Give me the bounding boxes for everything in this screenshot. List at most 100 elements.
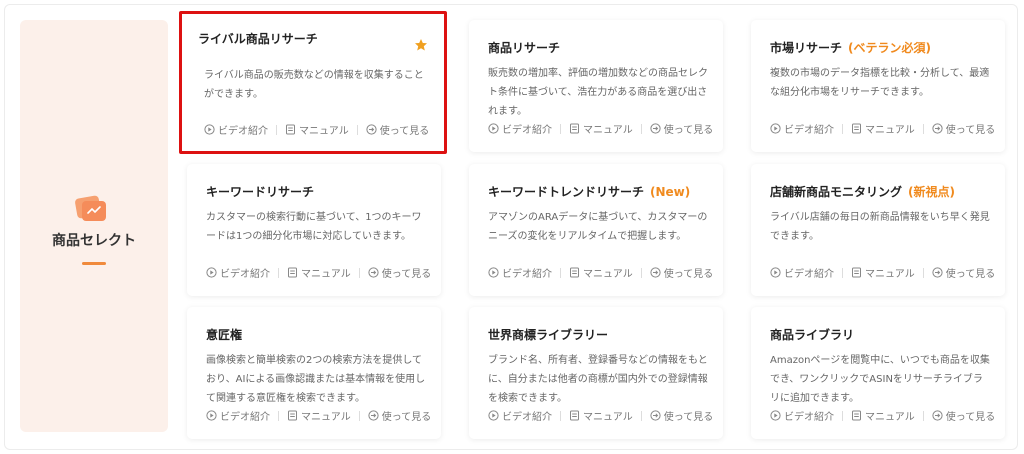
manual-link[interactable]: マニュアル bbox=[285, 122, 349, 137]
card-tag: (New) bbox=[650, 185, 691, 199]
star-icon[interactable] bbox=[414, 38, 428, 52]
card-keyword-trend-research[interactable]: キーワードトレンドリサーチ (New) アマゾンのARAデータに基づいて、カスタマ… bbox=[469, 164, 723, 296]
video-intro-link[interactable]: ビデオ紹介 bbox=[204, 122, 268, 137]
enter-icon bbox=[366, 124, 377, 135]
try-it-link[interactable]: 使って見る bbox=[932, 408, 995, 423]
card-links: ビデオ紹介 マニュアル 使って見る bbox=[206, 408, 431, 423]
card-description: 複数の市場のデータ指標を比較・分析して、最適な組分化市場をリサーチできます。 bbox=[770, 68, 990, 98]
separator bbox=[358, 410, 360, 421]
try-it-link[interactable]: 使って見る bbox=[368, 408, 431, 423]
card-description: 画像検索と簡単検索の2つの検索方法を提供しており、AIによる画像認識または基本情… bbox=[206, 355, 426, 404]
document-icon bbox=[288, 267, 297, 278]
separator bbox=[842, 267, 843, 278]
play-circle-icon bbox=[488, 123, 499, 134]
document-icon bbox=[570, 267, 579, 278]
manual-link[interactable]: マニュアル bbox=[569, 121, 633, 136]
try-it-link[interactable]: 使って見る bbox=[650, 408, 713, 423]
category-title: 商品セレクト bbox=[52, 233, 136, 249]
manual-link[interactable]: マニュアル bbox=[851, 121, 915, 136]
card-title: キーワードリサーチ bbox=[206, 185, 315, 199]
video-intro-link[interactable]: ビデオ紹介 bbox=[770, 408, 834, 423]
separator bbox=[560, 410, 561, 421]
play-circle-icon bbox=[770, 410, 781, 421]
video-intro-link[interactable]: ビデオ紹介 bbox=[488, 265, 552, 280]
card-tag: (新視点) bbox=[908, 185, 955, 199]
card-title: 市場リサーチ (ベテラン必須) bbox=[770, 41, 931, 55]
manual-link[interactable]: マニュアル bbox=[851, 408, 915, 423]
card-title: 商品ライブラリ bbox=[770, 328, 855, 342]
card-world-trademark-library[interactable]: 世界商標ライブラリー ブランド名、所有者、登録番号などの情報をもとに、自分または… bbox=[469, 307, 723, 439]
card-keyword-research[interactable]: キーワードリサーチ カスタマーの検索行動に基づいて、1つのキーワードは1つの細分… bbox=[187, 164, 441, 296]
video-intro-link[interactable]: ビデオ紹介 bbox=[488, 408, 552, 423]
play-circle-icon bbox=[206, 267, 217, 278]
separator bbox=[358, 267, 360, 278]
try-it-link[interactable]: 使って見る bbox=[932, 265, 995, 280]
card-links: ビデオ紹介 マニュアル 使って見る bbox=[204, 122, 429, 137]
enter-icon bbox=[368, 410, 379, 421]
play-circle-icon bbox=[204, 124, 215, 135]
card-title: 意匠権 bbox=[206, 328, 243, 342]
card-links: ビデオ紹介 マニュアル 使って見る bbox=[770, 408, 995, 423]
card-description: ライバル商品の販売数などの情報を収集することができます。 bbox=[204, 70, 424, 100]
enter-icon bbox=[932, 267, 943, 278]
card-market-research[interactable]: 市場リサーチ (ベテラン必須) 複数の市場のデータ指標を比較・分析して、最適な組分… bbox=[751, 20, 1005, 152]
separator bbox=[922, 410, 924, 421]
play-circle-icon bbox=[488, 267, 499, 278]
enter-icon bbox=[932, 410, 943, 421]
manual-link[interactable]: マニュアル bbox=[851, 265, 915, 280]
category-panel bbox=[20, 20, 168, 432]
separator bbox=[640, 123, 642, 134]
separator bbox=[842, 410, 843, 421]
manual-link[interactable]: マニュアル bbox=[287, 265, 351, 280]
document-icon bbox=[286, 124, 295, 135]
play-circle-icon bbox=[770, 267, 781, 278]
separator bbox=[922, 267, 924, 278]
video-intro-link[interactable]: ビデオ紹介 bbox=[770, 121, 834, 136]
separator bbox=[278, 410, 279, 421]
video-intro-link[interactable]: ビデオ紹介 bbox=[770, 265, 834, 280]
try-it-link[interactable]: 使って見る bbox=[650, 121, 713, 136]
card-description: ライバル店舗の毎日の新商品情報をいち早く発見できます。 bbox=[770, 212, 990, 242]
card-description: 販売数の増加率、評価の増加数などの商品セレクト条件に基づいて、浩在力がある商品を… bbox=[488, 68, 708, 117]
card-product-library[interactable]: 商品ライブラリ Amazonページを閲覧中に、いつでも商品を収集でき、ワンクリッ… bbox=[751, 307, 1005, 439]
separator bbox=[640, 410, 642, 421]
try-it-link[interactable]: 使って見る bbox=[650, 265, 713, 280]
card-rival-product-research[interactable]: ライバル商品リサーチ ライバル商品の販売数などの情報を収集することができます。 … bbox=[179, 11, 447, 154]
enter-icon bbox=[650, 123, 661, 134]
separator bbox=[640, 267, 642, 278]
try-it-link[interactable]: 使って見る bbox=[932, 121, 995, 136]
manual-link[interactable]: マニュアル bbox=[569, 265, 633, 280]
card-links: ビデオ紹介 マニュアル 使って見る bbox=[206, 265, 431, 280]
try-it-link[interactable]: 使って見る bbox=[368, 265, 431, 280]
separator bbox=[560, 267, 561, 278]
card-store-new-product-monitoring[interactable]: 店舗新商品モニタリング (新視点) ライバル店舗の毎日の新商品情報をいち早く発見で… bbox=[751, 164, 1005, 296]
try-it-link[interactable]: 使って見る bbox=[366, 122, 429, 137]
card-links: ビデオ紹介 マニュアル 使って見る bbox=[770, 121, 995, 136]
card-links: ビデオ紹介 マニュアル 使って見る bbox=[488, 408, 713, 423]
video-intro-link[interactable]: ビデオ紹介 bbox=[206, 408, 270, 423]
separator bbox=[560, 123, 561, 134]
manual-link[interactable]: マニュアル bbox=[287, 408, 351, 423]
card-product-research[interactable]: 商品リサーチ 販売数の増加率、評価の増加数などの商品セレクト条件に基づいて、浩在… bbox=[469, 20, 723, 152]
enter-icon bbox=[932, 123, 943, 134]
card-title: 店舗新商品モニタリング (新視点) bbox=[770, 185, 955, 199]
enter-icon bbox=[368, 267, 379, 278]
product-select-icon bbox=[75, 195, 106, 221]
enter-icon bbox=[650, 267, 661, 278]
card-title: キーワードトレンドリサーチ (New) bbox=[488, 185, 691, 199]
document-icon bbox=[288, 410, 297, 421]
card-description: アマゾンのARAデータに基づいて、カスタマーのニーズの変化をリアルタイムで把握し… bbox=[488, 212, 708, 242]
card-links: ビデオ紹介 マニュアル 使って見る bbox=[488, 121, 713, 136]
separator bbox=[922, 123, 924, 134]
separator bbox=[278, 267, 279, 278]
separator bbox=[276, 124, 277, 135]
document-icon bbox=[570, 123, 579, 134]
separator bbox=[356, 124, 358, 135]
card-description: Amazonページを閲覧中に、いつでも商品を収集でき、ワンクリックでASINをリ… bbox=[770, 355, 990, 404]
card-title: 世界商標ライブラリー bbox=[488, 328, 609, 342]
play-circle-icon bbox=[206, 410, 217, 421]
card-design-rights[interactable]: 意匠権 画像検索と簡単検索の2つの検索方法を提供しており、AIによる画像認識また… bbox=[187, 307, 441, 439]
video-intro-link[interactable]: ビデオ紹介 bbox=[206, 265, 270, 280]
manual-link[interactable]: マニュアル bbox=[569, 408, 633, 423]
video-intro-link[interactable]: ビデオ紹介 bbox=[488, 121, 552, 136]
